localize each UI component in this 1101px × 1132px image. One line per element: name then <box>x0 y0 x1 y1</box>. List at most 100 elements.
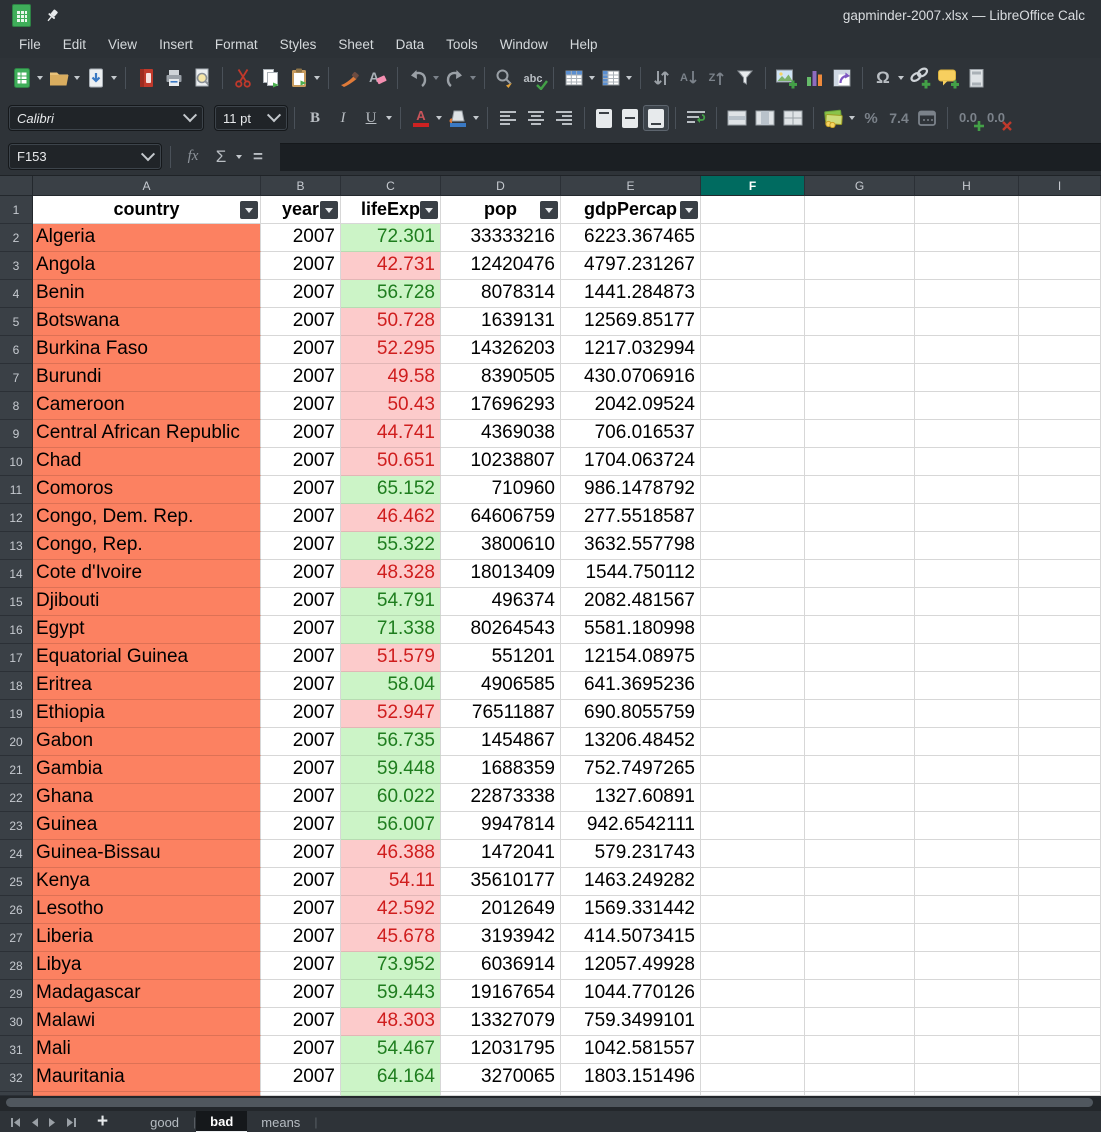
column-header-E[interactable]: E <box>561 176 701 196</box>
cell-D13[interactable]: 3800610 <box>441 532 561 560</box>
row-header-18[interactable]: 18 <box>0 672 33 700</box>
cell-G1[interactable] <box>805 196 915 224</box>
pin-icon[interactable] <box>45 8 60 23</box>
cell-H12[interactable] <box>915 504 1019 532</box>
cell-G4[interactable] <box>805 280 915 308</box>
cell-H31[interactable] <box>915 1036 1019 1064</box>
cell-H10[interactable] <box>915 448 1019 476</box>
cell-A16[interactable]: Egypt <box>33 616 261 644</box>
cell-B23[interactable]: 2007 <box>261 812 341 840</box>
cell-H26[interactable] <box>915 896 1019 924</box>
cell-E10[interactable]: 1704.063724 <box>561 448 701 476</box>
cell-F30[interactable] <box>701 1008 805 1036</box>
merge-cells-button[interactable] <box>752 105 778 131</box>
cell-E1[interactable]: gdpPercap <box>561 196 701 224</box>
cell-H6[interactable] <box>915 336 1019 364</box>
cell-H5[interactable] <box>915 308 1019 336</box>
cell-H24[interactable] <box>915 840 1019 868</box>
italic-button[interactable]: I <box>330 105 356 131</box>
row-header-19[interactable]: 19 <box>0 700 33 728</box>
cell-B29[interactable]: 2007 <box>261 980 341 1008</box>
cell-A8[interactable]: Cameroon <box>33 392 261 420</box>
cell-D9[interactable]: 4369038 <box>441 420 561 448</box>
cell-D27[interactable]: 3193942 <box>441 924 561 952</box>
cell-F12[interactable] <box>701 504 805 532</box>
cell-C19[interactable]: 52.947 <box>341 700 441 728</box>
row-header-14[interactable]: 14 <box>0 560 33 588</box>
row-header-25[interactable]: 25 <box>0 868 33 896</box>
autofilter-button[interactable] <box>732 65 758 91</box>
cell-I29[interactable] <box>1019 980 1101 1008</box>
cell-A1[interactable]: country <box>33 196 261 224</box>
cell-E21[interactable]: 752.7497265 <box>561 756 701 784</box>
cell-E26[interactable]: 1569.331442 <box>561 896 701 924</box>
cell-I4[interactable] <box>1019 280 1101 308</box>
cell-F24[interactable] <box>701 840 805 868</box>
cell-B4[interactable]: 2007 <box>261 280 341 308</box>
sheet-tab-bad[interactable]: bad <box>196 1111 247 1132</box>
row-header-26[interactable]: 26 <box>0 896 33 924</box>
cell-F14[interactable] <box>701 560 805 588</box>
align-top-button[interactable] <box>591 105 617 131</box>
cell-A30[interactable]: Malawi <box>33 1008 261 1036</box>
cell-G17[interactable] <box>805 644 915 672</box>
autofilter-button-year[interactable] <box>320 201 338 219</box>
row-header-28[interactable]: 28 <box>0 952 33 980</box>
row-header-27[interactable]: 27 <box>0 924 33 952</box>
cell-E11[interactable]: 986.1478792 <box>561 476 701 504</box>
cell-E7[interactable]: 430.0706916 <box>561 364 701 392</box>
delete-decimal-button[interactable]: 0.0 <box>983 105 1009 131</box>
formula-button[interactable]: = <box>245 144 271 170</box>
cell-H16[interactable] <box>915 616 1019 644</box>
cell-A7[interactable]: Burundi <box>33 364 261 392</box>
menu-file[interactable]: File <box>8 33 52 56</box>
cell-C7[interactable]: 49.58 <box>341 364 441 392</box>
row-header-15[interactable]: 15 <box>0 588 33 616</box>
cell-D26[interactable]: 2012649 <box>441 896 561 924</box>
horizontal-scrollbar-thumb[interactable] <box>6 1098 1093 1107</box>
autofilter-button-lifeExp[interactable] <box>420 201 438 219</box>
cell-G30[interactable] <box>805 1008 915 1036</box>
cell-F18[interactable] <box>701 672 805 700</box>
cell-E6[interactable]: 1217.032994 <box>561 336 701 364</box>
underline-button[interactable]: U <box>358 105 384 131</box>
cell-B27[interactable]: 2007 <box>261 924 341 952</box>
cell-E4[interactable]: 1441.284873 <box>561 280 701 308</box>
cell-D16[interactable]: 80264543 <box>441 616 561 644</box>
cell-H9[interactable] <box>915 420 1019 448</box>
cell-H4[interactable] <box>915 280 1019 308</box>
cell-F22[interactable] <box>701 784 805 812</box>
cell-F10[interactable] <box>701 448 805 476</box>
cell-E22[interactable]: 1327.60891 <box>561 784 701 812</box>
cell-D21[interactable]: 1688359 <box>441 756 561 784</box>
cell-F28[interactable] <box>701 952 805 980</box>
cell-I27[interactable] <box>1019 924 1101 952</box>
column-header-F[interactable]: F <box>701 176 805 196</box>
clear-formatting-button[interactable]: A <box>364 65 390 91</box>
select-function-button[interactable]: Σ <box>208 144 234 170</box>
row-header-23[interactable]: 23 <box>0 812 33 840</box>
cell-D6[interactable]: 14326203 <box>441 336 561 364</box>
cell-C31[interactable]: 54.467 <box>341 1036 441 1064</box>
cell-H15[interactable] <box>915 588 1019 616</box>
cell-B22[interactable]: 2007 <box>261 784 341 812</box>
cell-H20[interactable] <box>915 728 1019 756</box>
cell-A15[interactable]: Djibouti <box>33 588 261 616</box>
row-header-12[interactable]: 12 <box>0 504 33 532</box>
cell-C20[interactable]: 56.735 <box>341 728 441 756</box>
cell-F4[interactable] <box>701 280 805 308</box>
cell-B15[interactable]: 2007 <box>261 588 341 616</box>
cell-A27[interactable]: Liberia <box>33 924 261 952</box>
cell-H14[interactable] <box>915 560 1019 588</box>
align-center-button[interactable] <box>523 105 549 131</box>
cell-I8[interactable] <box>1019 392 1101 420</box>
sort-button[interactable] <box>648 65 674 91</box>
cell-C6[interactable]: 52.295 <box>341 336 441 364</box>
cell-I31[interactable] <box>1019 1036 1101 1064</box>
column-header-G[interactable]: G <box>805 176 915 196</box>
insert-comment-button[interactable] <box>935 65 961 91</box>
cell-D18[interactable]: 4906585 <box>441 672 561 700</box>
cell-G19[interactable] <box>805 700 915 728</box>
cell-C23[interactable]: 56.007 <box>341 812 441 840</box>
cell-E13[interactable]: 3632.557798 <box>561 532 701 560</box>
